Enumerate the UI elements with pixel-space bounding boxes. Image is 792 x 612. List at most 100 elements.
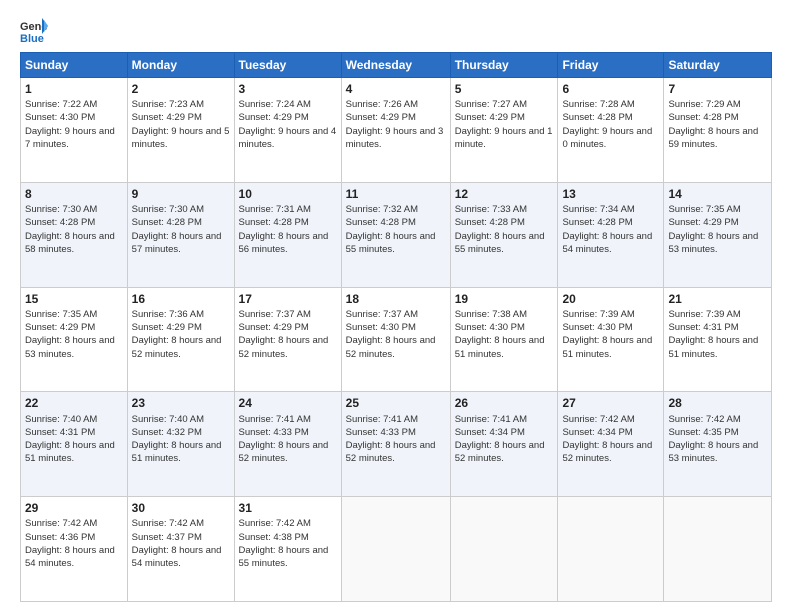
day-number: 21 [668, 291, 767, 307]
calendar-week-3: 15Sunrise: 7:35 AMSunset: 4:29 PMDayligh… [21, 287, 772, 392]
day-number: 12 [455, 186, 554, 202]
day-info: Sunrise: 7:31 AMSunset: 4:28 PMDaylight:… [239, 203, 337, 256]
day-number: 29 [25, 500, 123, 516]
day-number: 20 [562, 291, 659, 307]
calendar-cell: 12Sunrise: 7:33 AMSunset: 4:28 PMDayligh… [450, 182, 558, 287]
day-info: Sunrise: 7:26 AMSunset: 4:29 PMDaylight:… [346, 98, 446, 151]
calendar-cell: 10Sunrise: 7:31 AMSunset: 4:28 PMDayligh… [234, 182, 341, 287]
day-info: Sunrise: 7:30 AMSunset: 4:28 PMDaylight:… [25, 203, 123, 256]
calendar-cell: 24 Sunrise: 7:41 AMSunset: 4:33 PMDayligh… [234, 392, 341, 497]
calendar-cell: 15Sunrise: 7:35 AMSunset: 4:29 PMDayligh… [21, 287, 128, 392]
day-info: Sunrise: 7:33 AMSunset: 4:28 PMDaylight:… [455, 203, 554, 256]
calendar-cell [664, 497, 772, 602]
day-number: 3 [239, 81, 337, 97]
calendar-cell: 13Sunrise: 7:34 AMSunset: 4:28 PMDayligh… [558, 182, 664, 287]
calendar-table: SundayMondayTuesdayWednesdayThursdayFrid… [20, 52, 772, 602]
day-info: Sunrise: 7:39 AMSunset: 4:31 PMDaylight:… [668, 308, 767, 361]
calendar-cell: 14Sunrise: 7:35 AMSunset: 4:29 PMDayligh… [664, 182, 772, 287]
calendar-header-tuesday: Tuesday [234, 53, 341, 78]
day-number: 23 [132, 395, 230, 411]
calendar-cell: 21Sunrise: 7:39 AMSunset: 4:31 PMDayligh… [664, 287, 772, 392]
day-info: Sunrise: 7:40 AMSunset: 4:32 PMDaylight:… [132, 413, 230, 466]
day-info: Sunrise: 7:42 AMSunset: 4:34 PMDaylight:… [562, 413, 659, 466]
day-number: 27 [562, 395, 659, 411]
day-info: Sunrise: 7:24 AMSunset: 4:29 PMDaylight:… [239, 98, 337, 151]
day-number: 19 [455, 291, 554, 307]
day-number: 4 [346, 81, 446, 97]
calendar-cell: 6Sunrise: 7:28 AMSunset: 4:28 PMDaylight… [558, 78, 664, 183]
logo: General Blue [20, 16, 48, 44]
calendar-cell [341, 497, 450, 602]
calendar-cell: 17Sunrise: 7:37 AMSunset: 4:29 PMDayligh… [234, 287, 341, 392]
calendar-header-wednesday: Wednesday [341, 53, 450, 78]
day-info: Sunrise: 7:27 AMSunset: 4:29 PMDaylight:… [455, 98, 554, 151]
calendar-cell [558, 497, 664, 602]
calendar-cell: 27 Sunrise: 7:42 AMSunset: 4:34 PMDayligh… [558, 392, 664, 497]
day-number: 17 [239, 291, 337, 307]
day-number: 30 [132, 500, 230, 516]
day-info: Sunrise: 7:29 AMSunset: 4:28 PMDaylight:… [668, 98, 767, 151]
calendar-cell: 19Sunrise: 7:38 AMSunset: 4:30 PMDayligh… [450, 287, 558, 392]
calendar-cell: 7Sunrise: 7:29 AMSunset: 4:28 PMDaylight… [664, 78, 772, 183]
day-number: 2 [132, 81, 230, 97]
day-number: 7 [668, 81, 767, 97]
day-number: 11 [346, 186, 446, 202]
calendar-cell: 1Sunrise: 7:22 AMSunset: 4:30 PMDaylight… [21, 78, 128, 183]
day-info: Sunrise: 7:42 AMSunset: 4:36 PMDaylight:… [25, 517, 123, 570]
calendar-header-monday: Monday [127, 53, 234, 78]
day-number: 1 [25, 81, 123, 97]
calendar-week-2: 8Sunrise: 7:30 AMSunset: 4:28 PMDaylight… [21, 182, 772, 287]
day-info: Sunrise: 7:28 AMSunset: 4:28 PMDaylight:… [562, 98, 659, 151]
day-info: Sunrise: 7:42 AMSunset: 4:35 PMDaylight:… [668, 413, 767, 466]
day-info: Sunrise: 7:39 AMSunset: 4:30 PMDaylight:… [562, 308, 659, 361]
day-number: 13 [562, 186, 659, 202]
calendar-cell: 23 Sunrise: 7:40 AMSunset: 4:32 PMDayligh… [127, 392, 234, 497]
calendar-cell: 4Sunrise: 7:26 AMSunset: 4:29 PMDaylight… [341, 78, 450, 183]
calendar-cell: 29Sunrise: 7:42 AMSunset: 4:36 PMDayligh… [21, 497, 128, 602]
day-number: 22 [25, 395, 123, 411]
day-info: Sunrise: 7:35 AMSunset: 4:29 PMDaylight:… [25, 308, 123, 361]
day-info: Sunrise: 7:41 AMSunset: 4:33 PMDaylight:… [239, 413, 337, 466]
day-info: Sunrise: 7:37 AMSunset: 4:29 PMDaylight:… [239, 308, 337, 361]
day-number: 10 [239, 186, 337, 202]
day-number: 18 [346, 291, 446, 307]
day-info: Sunrise: 7:30 AMSunset: 4:28 PMDaylight:… [132, 203, 230, 256]
day-info: Sunrise: 7:38 AMSunset: 4:30 PMDaylight:… [455, 308, 554, 361]
calendar-week-5: 29Sunrise: 7:42 AMSunset: 4:36 PMDayligh… [21, 497, 772, 602]
calendar-header-thursday: Thursday [450, 53, 558, 78]
calendar-cell: 16Sunrise: 7:36 AMSunset: 4:29 PMDayligh… [127, 287, 234, 392]
calendar-week-1: 1Sunrise: 7:22 AMSunset: 4:30 PMDaylight… [21, 78, 772, 183]
day-number: 16 [132, 291, 230, 307]
day-number: 6 [562, 81, 659, 97]
day-info: Sunrise: 7:35 AMSunset: 4:29 PMDaylight:… [668, 203, 767, 256]
day-number: 8 [25, 186, 123, 202]
svg-text:Blue: Blue [20, 33, 44, 44]
calendar-cell: 2Sunrise: 7:23 AMSunset: 4:29 PMDaylight… [127, 78, 234, 183]
calendar-cell: 3Sunrise: 7:24 AMSunset: 4:29 PMDaylight… [234, 78, 341, 183]
calendar-body: 1Sunrise: 7:22 AMSunset: 4:30 PMDaylight… [21, 78, 772, 602]
calendar-cell: 30Sunrise: 7:42 AMSunset: 4:37 PMDayligh… [127, 497, 234, 602]
day-number: 9 [132, 186, 230, 202]
day-info: Sunrise: 7:41 AMSunset: 4:33 PMDaylight:… [346, 413, 446, 466]
day-info: Sunrise: 7:40 AMSunset: 4:31 PMDaylight:… [25, 413, 123, 466]
calendar-header-sunday: Sunday [21, 53, 128, 78]
day-info: Sunrise: 7:34 AMSunset: 4:28 PMDaylight:… [562, 203, 659, 256]
day-info: Sunrise: 7:36 AMSunset: 4:29 PMDaylight:… [132, 308, 230, 361]
day-info: Sunrise: 7:23 AMSunset: 4:29 PMDaylight:… [132, 98, 230, 151]
day-number: 24 [239, 395, 337, 411]
day-number: 28 [668, 395, 767, 411]
day-number: 14 [668, 186, 767, 202]
calendar-cell: 5Sunrise: 7:27 AMSunset: 4:29 PMDaylight… [450, 78, 558, 183]
calendar-week-4: 22 Sunrise: 7:40 AMSunset: 4:31 PMDayligh… [21, 392, 772, 497]
day-info: Sunrise: 7:37 AMSunset: 4:30 PMDaylight:… [346, 308, 446, 361]
day-number: 5 [455, 81, 554, 97]
day-number: 26 [455, 395, 554, 411]
day-info: Sunrise: 7:32 AMSunset: 4:28 PMDaylight:… [346, 203, 446, 256]
calendar-header-friday: Friday [558, 53, 664, 78]
calendar-cell: 11Sunrise: 7:32 AMSunset: 4:28 PMDayligh… [341, 182, 450, 287]
day-number: 15 [25, 291, 123, 307]
day-number: 25 [346, 395, 446, 411]
calendar-cell: 20Sunrise: 7:39 AMSunset: 4:30 PMDayligh… [558, 287, 664, 392]
logo-icon: General Blue [20, 16, 48, 44]
calendar-cell: 31Sunrise: 7:42 AMSunset: 4:38 PMDayligh… [234, 497, 341, 602]
